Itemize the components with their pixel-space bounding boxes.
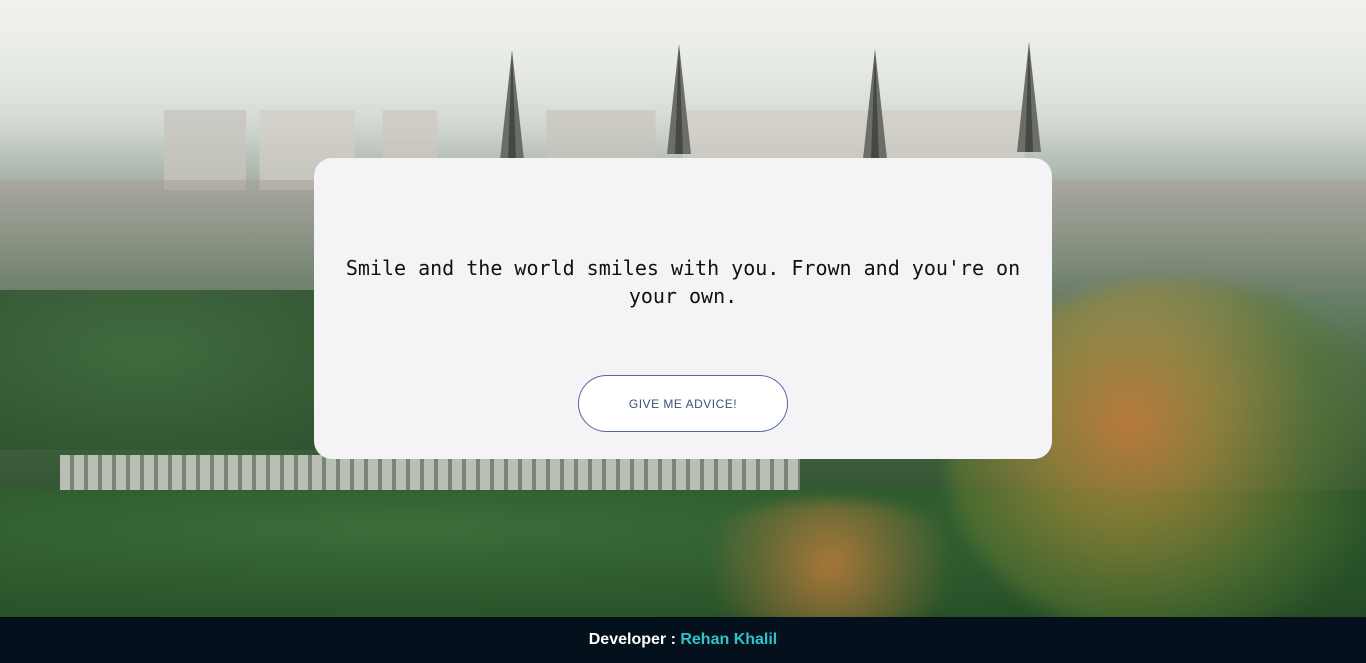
minaret-spire [500,50,524,160]
background-photo: Smile and the world smiles with you. Fro… [0,0,1366,617]
mosque-base-building [60,455,800,495]
minaret-spire [863,49,887,159]
give-advice-button[interactable]: GIVE ME ADVICE! [578,375,788,432]
minaret-spire [1017,42,1041,152]
footer: Developer : Rehan Khalil [0,617,1366,663]
footer-label: Developer : [588,631,681,648]
minaret-spire [667,44,691,154]
tree-area [0,290,360,450]
developer-name: Rehan Khalil [680,631,778,648]
advice-text: Smile and the world smiles with you. Fro… [345,256,1021,308]
advice-card: Smile and the world smiles with you. Fro… [314,158,1052,459]
